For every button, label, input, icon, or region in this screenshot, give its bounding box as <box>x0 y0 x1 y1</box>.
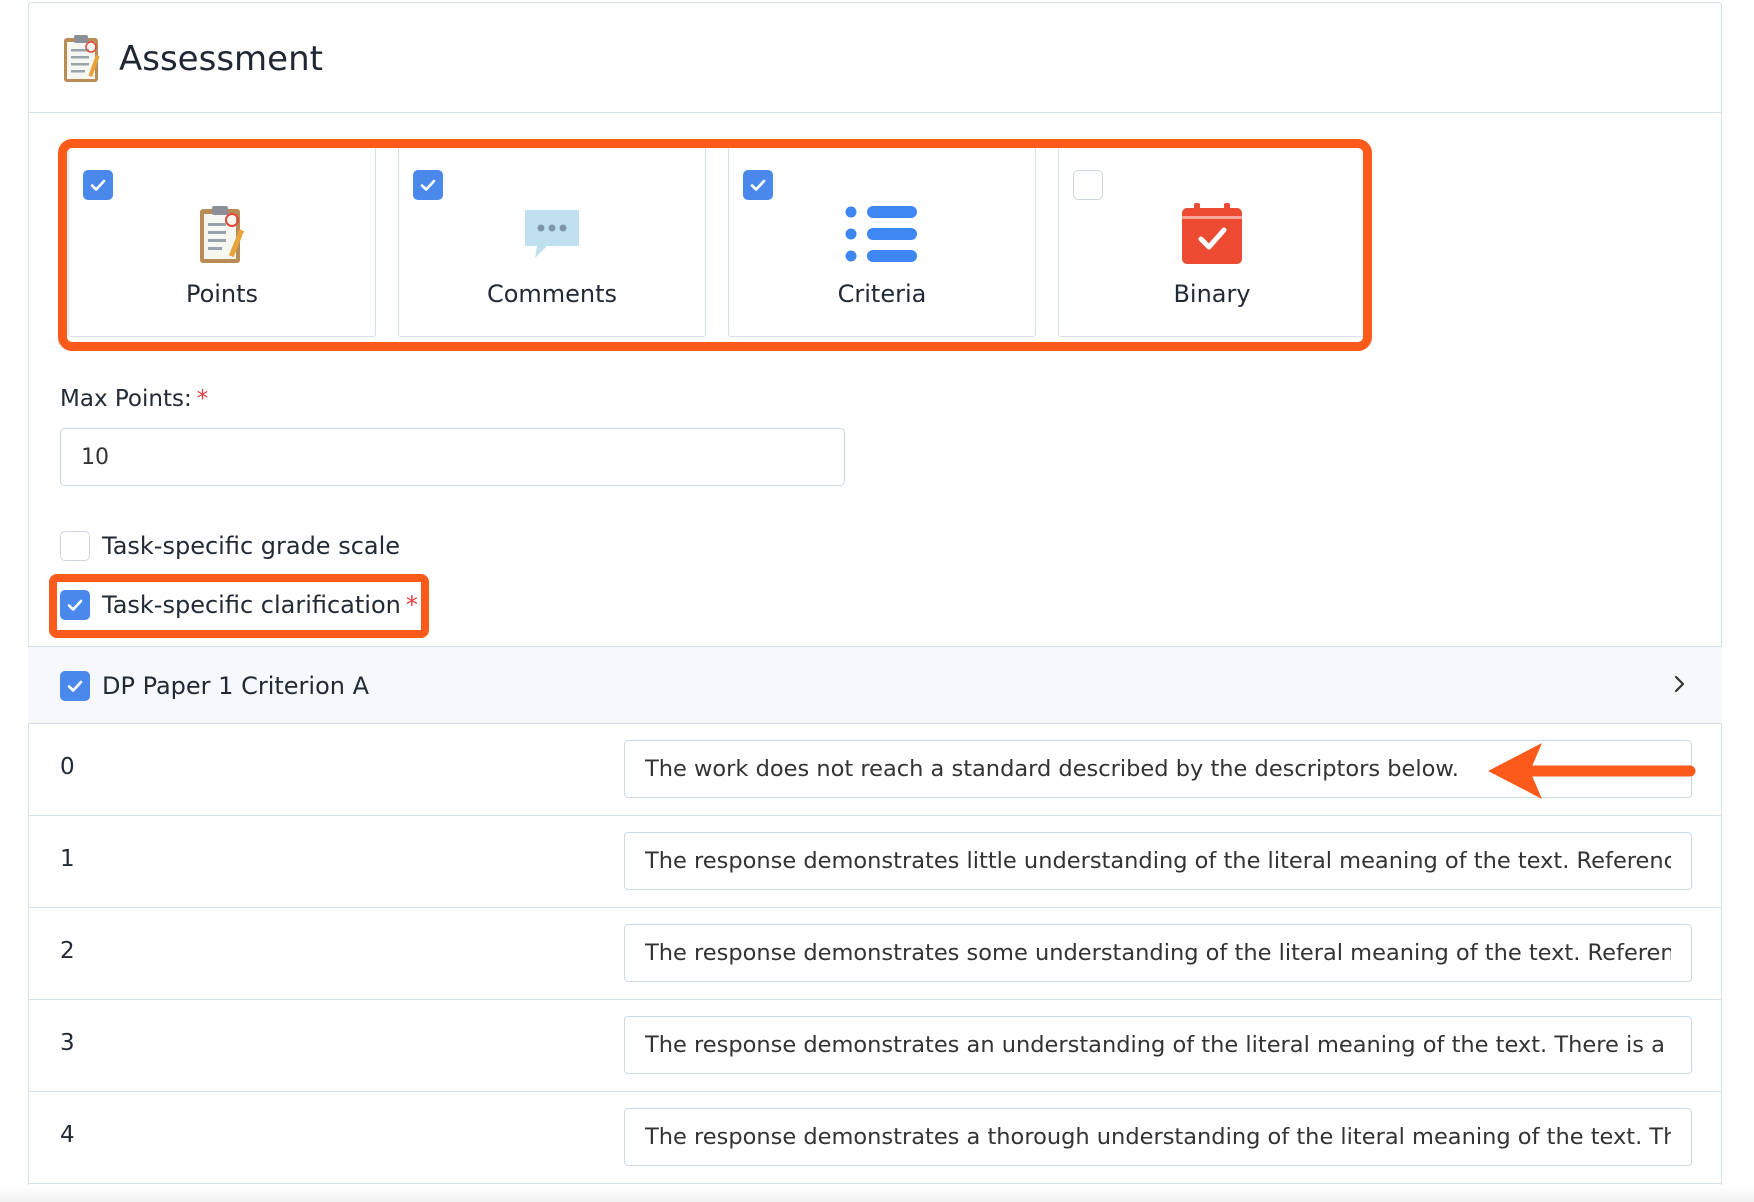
criterion-checkbox[interactable] <box>60 671 90 701</box>
assessment-clipboard-icon <box>64 35 100 82</box>
level-descriptor-input[interactable] <box>624 832 1692 890</box>
level-row: 3 <box>28 1000 1722 1092</box>
comments-bubble-icon <box>514 196 590 272</box>
clarification-checkbox[interactable] <box>60 590 90 620</box>
check-icon <box>750 179 766 191</box>
mode-card-comments[interactable]: Comments <box>398 147 706 337</box>
grade-scale-checkbox[interactable] <box>60 531 90 561</box>
level-number: 2 <box>60 938 75 964</box>
level-number: 0 <box>60 754 75 780</box>
mode-label-comments: Comments <box>486 280 618 308</box>
grade-scale-label: Task-specific grade scale <box>102 532 401 560</box>
level-number: 1 <box>60 846 75 872</box>
level-descriptor-input[interactable] <box>624 924 1692 982</box>
mode-card-points[interactable]: Points <box>68 147 376 337</box>
level-row: 2 <box>28 908 1722 1000</box>
mode-card-criteria[interactable]: Criteria <box>728 147 1036 337</box>
level-number: 3 <box>60 1030 75 1056</box>
clarification-option[interactable]: Task-specific clarification * <box>60 590 418 620</box>
mode-label-points: Points <box>185 280 259 308</box>
assessment-mode-selector: Points Comments Criteria Binary <box>68 147 1366 337</box>
level-row: 0 <box>28 724 1722 816</box>
level-descriptor-input[interactable] <box>624 1108 1692 1166</box>
mode-label-binary: Binary <box>1173 280 1251 308</box>
binary-checkbox[interactable] <box>1073 170 1103 200</box>
annotation-arrow-icon <box>1488 743 1696 799</box>
criteria-checkbox[interactable] <box>743 170 773 200</box>
grade-scale-option[interactable]: Task-specific grade scale <box>60 531 400 561</box>
chevron-right-icon[interactable] <box>1670 669 1690 699</box>
level-number: 4 <box>60 1122 75 1148</box>
bottom-edge <box>0 1185 1754 1202</box>
points-checkbox[interactable] <box>83 170 113 200</box>
max-points-label: Max Points: * <box>60 386 208 412</box>
check-icon <box>420 179 436 191</box>
check-icon <box>67 599 83 611</box>
mode-card-binary[interactable]: Binary <box>1058 147 1366 337</box>
required-marker: * <box>405 591 418 619</box>
check-icon <box>67 680 83 692</box>
level-row: 4 <box>28 1092 1722 1184</box>
criterion-option[interactable]: DP Paper 1 Criterion A <box>60 671 369 701</box>
page-title: Assessment <box>119 39 323 79</box>
comments-checkbox[interactable] <box>413 170 443 200</box>
check-icon <box>90 179 106 191</box>
binary-calendar-check-icon <box>1174 196 1250 272</box>
criterion-header[interactable]: DP Paper 1 Criterion A <box>28 646 1722 724</box>
points-clipboard-icon <box>184 196 260 272</box>
level-descriptor-input[interactable] <box>624 1016 1692 1074</box>
level-row: 1 <box>28 816 1722 908</box>
panel-header: Assessment <box>29 3 1721 113</box>
clarification-label: Task-specific clarification <box>102 591 401 619</box>
max-points-input[interactable] <box>60 428 845 486</box>
max-points-label-text: Max Points: <box>60 386 192 412</box>
criteria-list-icon <box>844 196 920 272</box>
criterion-label: DP Paper 1 Criterion A <box>102 672 370 700</box>
mode-label-criteria: Criteria <box>837 280 927 308</box>
required-marker: * <box>196 386 209 412</box>
